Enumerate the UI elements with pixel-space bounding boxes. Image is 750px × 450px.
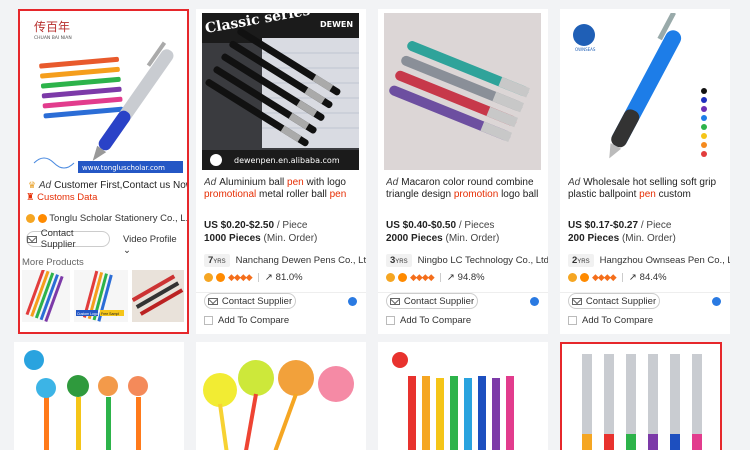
moq-2: 1000 Pieces (Min. Order) [204, 233, 318, 244]
product-card-1[interactable]: 传百年 CHUAN BAI NIAN www.tongluscholar.com [18, 9, 189, 334]
metrics-4: ◆◆◆◆ ↗ 84.4% [568, 272, 667, 283]
svg-text:DEWEN: DEWEN [320, 20, 353, 29]
brand-logo: 传百年 [34, 19, 70, 34]
verified-icon [398, 273, 407, 282]
customs-data-link[interactable]: ♜ Customs Data [26, 192, 97, 203]
card-1-title[interactable]: ♛ Ad Customer First,Contact us Now! [28, 179, 187, 191]
card-2-title[interactable]: Ad Aluminium ball pen with logo promotion… [204, 177, 359, 201]
card-4-title[interactable]: Ad Wholesale hot selling soft grip plasti… [568, 177, 726, 201]
chat-icon[interactable] [712, 297, 721, 306]
years-badge: 7YRS [204, 254, 230, 267]
diamond-icon: ◆◆◆◆ [410, 272, 435, 282]
supplier-4[interactable]: 2YRSHangzhou Ownseas Pen Co., Ltd.› [568, 254, 730, 267]
chat-icon[interactable] [530, 297, 539, 306]
product-card-3[interactable]: Ad Macaron color round combine triangle d… [378, 9, 548, 334]
diamond-icon: ◆◆◆◆ [228, 272, 253, 282]
product-image-2[interactable]: Classic series DEWEN dewenpen.en.alibaba… [202, 13, 359, 170]
svg-text:dewenpen.en.alibaba.com: dewenpen.en.alibaba.com [234, 156, 340, 165]
product-card-7[interactable] [378, 342, 548, 450]
video-profile-dropdown[interactable]: Video Profile ⌄ [123, 234, 187, 256]
product-image-3[interactable] [384, 13, 541, 170]
silver-pens-photo [562, 344, 720, 450]
novelty-pens-photo [14, 342, 184, 450]
verified-icon [37, 214, 47, 223]
contact-supplier-button[interactable]: Contact Supplier [204, 293, 296, 309]
response-rate-icon: ↗ [628, 272, 637, 283]
color-pens-photo [378, 342, 548, 450]
contact-supplier-button[interactable]: Contact Supplier [26, 228, 110, 250]
pompom-pens-photo [196, 342, 366, 450]
mail-icon [389, 297, 400, 305]
chevron-down-icon: ⌄ [123, 245, 131, 256]
url-banner: www.tongluscholar.com [82, 164, 165, 172]
years-badge: 3YRS [386, 254, 412, 267]
supplier-3[interactable]: 3YRSNingbo LC Technology Co., Ltd.› [386, 254, 548, 267]
response-rate-icon: ↗ [446, 272, 455, 283]
diamond-icon: ◆◆◆◆ [592, 272, 617, 282]
add-to-compare[interactable]: Add To Compare [568, 315, 653, 326]
product-card-8[interactable] [560, 342, 722, 450]
gold-supplier-icon [568, 273, 577, 282]
card-3-title[interactable]: Ad Macaron color round combine triangle d… [386, 177, 544, 201]
moq-4: 200 Pieces (Min. Order) [568, 233, 676, 244]
product-card-4[interactable]: OWNSEAS Ad Wholesale hot selling soft gri… [560, 9, 730, 334]
metrics-2: ◆◆◆◆ ↗ 81.0% [204, 272, 303, 283]
compare-checkbox[interactable] [386, 316, 395, 325]
product-card-6[interactable] [196, 342, 366, 450]
gold-supplier-icon [386, 273, 395, 282]
compare-checkbox[interactable] [204, 316, 213, 325]
mail-icon [207, 297, 218, 305]
pens-photo: Classic series DEWEN dewenpen.en.alibaba… [202, 13, 359, 170]
product-image-4[interactable]: OWNSEAS [564, 13, 724, 170]
price-2: US $0.20-$2.50 / Piece [204, 220, 308, 231]
thumb-1[interactable] [22, 269, 70, 322]
years-badge: 2YRS [568, 254, 594, 267]
crown-icon: ♛ [28, 180, 37, 190]
svg-text:Free Sampl: Free Sampl [101, 312, 119, 316]
verified-icon [216, 273, 225, 282]
add-to-compare[interactable]: Add To Compare [204, 315, 289, 326]
gold-supplier-icon [26, 214, 35, 223]
product-image-1[interactable]: 传百年 CHUAN BAI NIAN www.tongluscholar.com [22, 13, 185, 175]
chat-icon[interactable] [348, 297, 357, 306]
product-card-5[interactable] [14, 342, 184, 450]
supplier-2[interactable]: 7YRSNanchang Dewen Pens Co., Ltd.› [204, 254, 366, 267]
contact-supplier-button[interactable]: Contact Supplier [568, 293, 660, 309]
price-4: US $0.17-$0.27 / Piece [568, 220, 672, 231]
verified-icon [580, 273, 589, 282]
pens-photo: 传百年 CHUAN BAI NIAN www.tongluscholar.com [22, 13, 185, 175]
metrics-3: ◆◆◆◆ ↗ 94.8% [386, 272, 485, 283]
moq-3: 2000 Pieces (Min. Order) [386, 233, 500, 244]
price-3: US $0.40-$0.50 / Pieces [386, 220, 495, 231]
pens-photo: OWNSEAS [564, 13, 724, 170]
pens-photo [384, 13, 541, 170]
supplier-name-1[interactable]: Tonglu Scholar Stationery Co., L... [26, 213, 187, 224]
response-rate-icon: ↗ [264, 272, 273, 283]
thumb-2[interactable]: Custom Logo Free Sampl [74, 270, 128, 322]
mail-icon [27, 235, 37, 243]
contact-supplier-button[interactable]: Contact Supplier [386, 293, 478, 309]
svg-text:OWNSEAS: OWNSEAS [575, 47, 596, 52]
thumb-3[interactable] [131, 270, 184, 322]
add-to-compare[interactable]: Add To Compare [386, 315, 471, 326]
more-products-label: More Products [22, 257, 84, 268]
customs-icon: ♜ [26, 192, 35, 203]
product-card-2[interactable]: Classic series DEWEN dewenpen.en.alibaba… [196, 9, 366, 334]
gold-supplier-icon [204, 273, 213, 282]
svg-text:Custom Logo: Custom Logo [77, 312, 98, 316]
mail-icon [571, 297, 582, 305]
compare-checkbox[interactable] [568, 316, 577, 325]
brand-text: CHUAN BAI NIAN [34, 35, 72, 41]
